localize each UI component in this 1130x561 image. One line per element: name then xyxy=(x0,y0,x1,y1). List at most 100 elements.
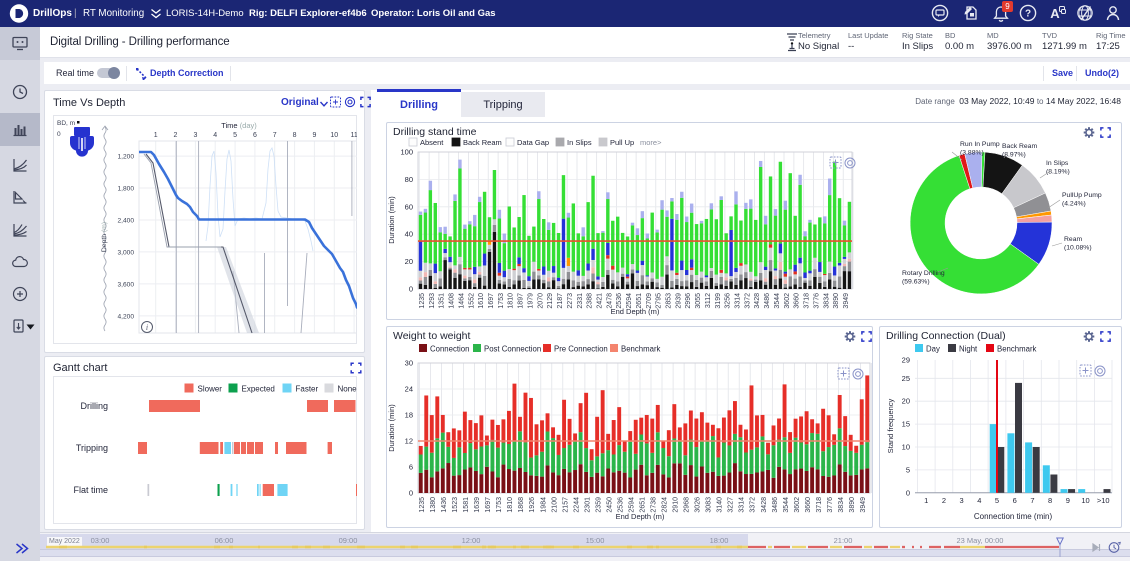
svg-text:2: 2 xyxy=(174,132,178,139)
svg-text:6: 6 xyxy=(1013,496,1017,505)
svg-text:3199: 3199 xyxy=(715,293,722,309)
svg-text:3834: 3834 xyxy=(823,293,830,309)
svg-text:3428: 3428 xyxy=(754,293,761,309)
svg-text:1697: 1697 xyxy=(485,497,492,513)
svg-text:2824: 2824 xyxy=(662,497,669,513)
svg-text:Connection time (min): Connection time (min) xyxy=(974,512,1053,521)
svg-text:Benchmark: Benchmark xyxy=(997,345,1037,354)
svg-text:Depth (m): Depth (m) xyxy=(101,222,108,252)
svg-text:24: 24 xyxy=(405,385,413,394)
svg-text:Absent: Absent xyxy=(420,138,444,147)
svg-text:Benchmark: Benchmark xyxy=(621,345,661,354)
svg-text:Pre Connection: Pre Connection xyxy=(554,345,608,354)
svg-text:2359: 2359 xyxy=(595,497,602,513)
svg-text:4: 4 xyxy=(977,496,981,505)
svg-text:3: 3 xyxy=(193,132,197,139)
svg-text:3,600: 3,600 xyxy=(117,281,134,288)
svg-text:18: 18 xyxy=(405,411,413,420)
svg-text:9: 9 xyxy=(1066,496,1070,505)
svg-text:5: 5 xyxy=(233,132,237,139)
svg-text:Tripping: Tripping xyxy=(76,443,108,453)
svg-text:3890: 3890 xyxy=(849,497,856,513)
svg-text:30: 30 xyxy=(405,359,413,368)
svg-text:Duration (min): Duration (min) xyxy=(387,404,396,452)
svg-text:12: 12 xyxy=(405,437,413,446)
svg-text:1523: 1523 xyxy=(452,497,459,513)
svg-text:1984: 1984 xyxy=(540,497,547,513)
svg-text:i: i xyxy=(146,323,148,332)
svg-text:3544: 3544 xyxy=(783,497,790,513)
svg-text:1351: 1351 xyxy=(439,293,446,309)
svg-text:3083: 3083 xyxy=(706,497,713,513)
svg-text:3026: 3026 xyxy=(695,497,702,513)
svg-text:2651: 2651 xyxy=(640,497,647,513)
svg-text:2738: 2738 xyxy=(651,497,658,513)
svg-text:1610: 1610 xyxy=(478,293,485,309)
svg-text:2273: 2273 xyxy=(567,293,574,309)
svg-text:3776: 3776 xyxy=(827,497,834,513)
svg-text:25: 25 xyxy=(902,374,910,383)
svg-text:Flat time: Flat time xyxy=(73,485,108,495)
svg-text:3949: 3949 xyxy=(843,293,850,309)
svg-text:Back Ream: Back Ream xyxy=(1002,143,1037,150)
svg-text:7: 7 xyxy=(273,132,277,139)
svg-text:3227: 3227 xyxy=(728,497,735,513)
svg-text:3660: 3660 xyxy=(805,497,812,513)
svg-text:(8.19%): (8.19%) xyxy=(1046,169,1070,176)
svg-text:Expected: Expected xyxy=(242,385,275,394)
svg-text:2910: 2910 xyxy=(673,497,680,513)
svg-text:1753: 1753 xyxy=(496,497,503,513)
svg-text:2996: 2996 xyxy=(685,293,692,309)
svg-text:3055: 3055 xyxy=(695,293,702,309)
svg-text:more>: more> xyxy=(640,138,662,147)
svg-text:1753: 1753 xyxy=(498,293,505,309)
svg-text:1552: 1552 xyxy=(468,293,475,309)
svg-text:3660: 3660 xyxy=(794,293,801,309)
svg-text:Data Gap: Data Gap xyxy=(517,138,549,147)
svg-text:2388: 2388 xyxy=(587,293,594,309)
svg-text:80: 80 xyxy=(405,175,413,184)
svg-text:End Depth (m): End Depth (m) xyxy=(616,512,665,521)
svg-text:3718: 3718 xyxy=(816,497,823,513)
svg-text:0: 0 xyxy=(409,489,413,498)
svg-text:0: 0 xyxy=(906,488,910,497)
svg-text:2129: 2129 xyxy=(547,293,554,309)
svg-text:40: 40 xyxy=(405,230,413,239)
svg-text:1235: 1235 xyxy=(419,497,426,513)
svg-text:PullUp Pump: PullUp Pump xyxy=(1062,192,1102,199)
svg-text:2244: 2244 xyxy=(573,497,580,513)
svg-text:3776: 3776 xyxy=(813,293,820,309)
svg-text:3: 3 xyxy=(960,496,964,505)
svg-text:3112: 3112 xyxy=(705,293,712,308)
svg-text:0: 0 xyxy=(57,131,61,138)
svg-text:2421: 2421 xyxy=(597,293,604,309)
svg-text:7: 7 xyxy=(1030,496,1034,505)
svg-text:1436: 1436 xyxy=(441,497,448,513)
svg-text:(3.88%): (3.88%) xyxy=(960,150,984,157)
svg-text:2968: 2968 xyxy=(684,497,691,513)
svg-text:1581: 1581 xyxy=(463,497,470,513)
svg-text:Duration (min): Duration (min) xyxy=(387,196,396,244)
svg-text:Post Connection: Post Connection xyxy=(484,345,541,354)
svg-text:2450: 2450 xyxy=(606,497,613,513)
svg-text:Night: Night xyxy=(959,345,978,354)
svg-text:3428: 3428 xyxy=(761,497,768,513)
svg-text:1464: 1464 xyxy=(458,293,465,309)
svg-text:1979: 1979 xyxy=(528,293,535,309)
svg-text:2070: 2070 xyxy=(537,293,544,309)
svg-text:3949: 3949 xyxy=(860,497,867,513)
svg-text:(59.63%): (59.63%) xyxy=(902,279,930,286)
svg-text:5: 5 xyxy=(995,496,999,505)
svg-text:1810: 1810 xyxy=(507,497,514,513)
svg-text:8: 8 xyxy=(1048,496,1052,505)
svg-text:6: 6 xyxy=(409,463,413,472)
svg-text:In Slips: In Slips xyxy=(1046,160,1069,167)
svg-text:1: 1 xyxy=(154,132,158,139)
svg-text:10: 10 xyxy=(330,132,338,139)
svg-text:2301: 2301 xyxy=(584,497,591,513)
svg-text:2187: 2187 xyxy=(557,293,564,309)
svg-text:3890: 3890 xyxy=(833,293,840,309)
svg-text:1: 1 xyxy=(924,496,928,505)
svg-text:9: 9 xyxy=(312,132,316,139)
svg-text:Stand frequency: Stand frequency xyxy=(886,398,895,453)
